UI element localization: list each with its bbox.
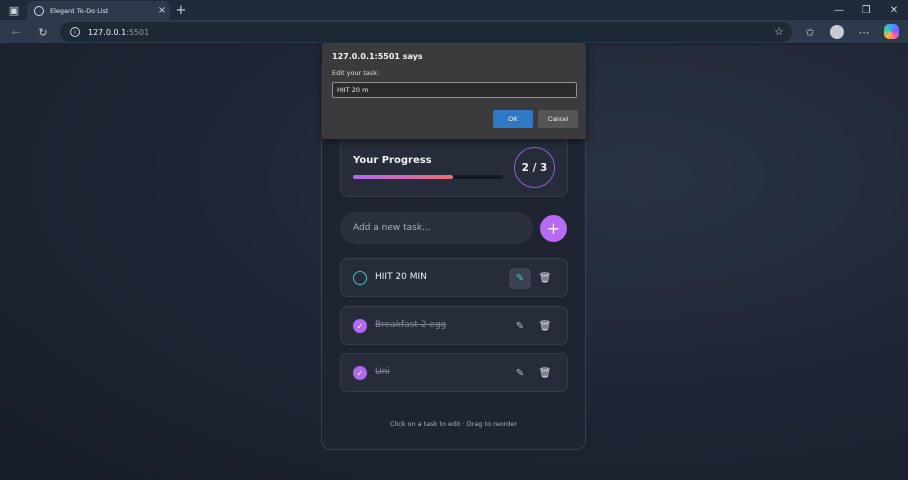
ok-button[interactable]: OK	[493, 110, 533, 128]
progress-count: 2 / 3	[514, 147, 555, 188]
hint-text: Click on a task to edit · Drag to reorde…	[389, 420, 518, 428]
url-host: 127.0.0.1	[88, 27, 127, 37]
progress-title: Your Progress	[353, 155, 432, 166]
site-info-icon[interactable]: i	[70, 27, 80, 37]
favorites-icon[interactable]: ✩	[801, 23, 819, 41]
browser-toolbar: ← ↻ i 127.0.0.1:5501 ☆ ✩ ⋯	[0, 20, 908, 44]
minimize-icon[interactable]: —	[825, 0, 853, 20]
trash-icon[interactable]: 🗑	[537, 269, 553, 287]
dialog-title: 127.0.0.1:5501 says	[332, 52, 423, 61]
new-tab-button[interactable]: +	[173, 0, 189, 20]
task-item[interactable]: ✓ Uni ✎ 🗑	[340, 353, 568, 392]
dialog-message: Edit your task:	[332, 69, 380, 77]
close-window-icon[interactable]: ✕	[880, 0, 908, 20]
restore-icon[interactable]: ❐	[852, 0, 880, 20]
favorite-star-icon[interactable]: ☆	[774, 25, 784, 38]
progress-bar	[353, 175, 503, 179]
address-bar[interactable]: i 127.0.0.1:5501 ☆	[60, 22, 792, 42]
trash-icon[interactable]: 🗑	[537, 364, 553, 382]
edit-pencil-icon[interactable]: ✎	[509, 316, 531, 337]
add-task-button[interactable]: +	[540, 215, 567, 242]
trash-icon[interactable]: 🗑	[537, 317, 553, 335]
tab-actions-icon[interactable]: ▣	[0, 0, 28, 20]
close-tab-icon[interactable]: ×	[154, 5, 170, 16]
progress-card: Your Progress 2 / 3	[340, 136, 568, 197]
task-item[interactable]: ✓ Breakfast 2 egg ✎ 🗑	[340, 306, 568, 345]
tab-title: Elegant To-Do List	[50, 6, 109, 15]
task-checkbox[interactable]	[353, 271, 367, 285]
browser-tab[interactable]: Elegant To-Do List ×	[27, 1, 170, 20]
edit-pencil-icon[interactable]: ✎	[509, 363, 531, 384]
add-task-input[interactable]: Add a new task...	[340, 212, 533, 244]
profile-avatar[interactable]	[830, 25, 844, 39]
more-menu-icon[interactable]: ⋯	[855, 23, 873, 41]
copilot-icon[interactable]	[884, 24, 899, 39]
task-label[interactable]: HIIT 20 MIN	[375, 272, 427, 282]
back-icon[interactable]: ←	[7, 23, 25, 41]
task-label[interactable]: Uni	[375, 367, 390, 377]
edit-pencil-icon[interactable]: ✎	[509, 268, 531, 289]
task-checkbox-checked[interactable]: ✓	[353, 319, 367, 333]
dialog-input[interactable]	[332, 82, 577, 98]
prompt-dialog: 127.0.0.1:5501 says Edit your task: OK C…	[322, 43, 586, 139]
task-label[interactable]: Breakfast 2 egg	[375, 320, 446, 330]
refresh-icon[interactable]: ↻	[34, 23, 52, 41]
url-port: :5501	[126, 27, 150, 37]
task-checkbox-checked[interactable]: ✓	[353, 366, 367, 380]
cancel-button[interactable]: Cancel	[538, 110, 578, 128]
progress-bar-fill	[353, 175, 454, 179]
task-item[interactable]: HIIT 20 MIN ✎ 🗑	[340, 258, 568, 297]
globe-icon	[34, 5, 44, 16]
